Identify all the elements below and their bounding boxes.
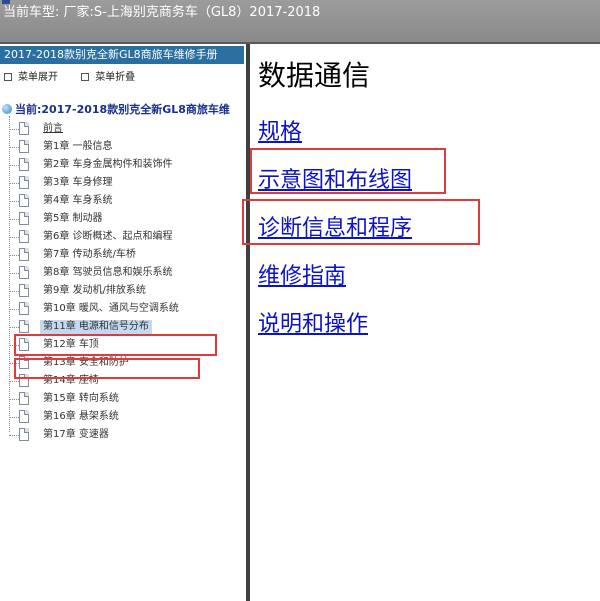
link-description-operation[interactable]: 说明和操作 [258, 306, 368, 338]
page-title: 数据通信 [258, 59, 371, 92]
globe-icon [2, 104, 12, 114]
tree-item-ch2[interactable]: 第2章 车身金属构件和装饰件 [0, 156, 240, 174]
document-icon [19, 374, 29, 387]
tree-item-label: 第8章 驾驶员信息和娱乐系统 [43, 267, 173, 278]
tree-item-label: 第12章 车顶 [43, 339, 99, 350]
content-panel: 数据通信 规格 示意图和布线图 诊断信息和程序 维修指南 说明和操作 [242, 44, 600, 601]
tree-item-label: 第7章 传动系统/车桥 [43, 249, 136, 260]
tree-item-ch9[interactable]: 第9章 发动机/排放系统 [0, 282, 240, 300]
document-icon [19, 410, 29, 423]
tree-item-ch14[interactable]: 第14章 座椅 [0, 372, 240, 390]
document-icon [19, 284, 29, 297]
document-icon [19, 302, 29, 315]
tree-item-label: 第5章 制动器 [43, 213, 103, 224]
tree-item-label: 第3章 车身修理 [43, 177, 113, 188]
chapter-tree: 前言 第1章 一般信息 第2章 车身金属构件和装饰件 第3章 车身修理 第4章 … [0, 116, 246, 496]
tree-item-label: 第15章 转向系统 [43, 393, 119, 404]
tree-item-label-selected: 第11章 电源和信号分布 [40, 320, 152, 334]
menu-expand-button[interactable]: 菜单展开 [0, 68, 58, 83]
document-icon [19, 248, 29, 261]
tree-item-label: 第14章 座椅 [43, 375, 99, 386]
manual-title: 2017-2018款别克全新GL8商旅车维修手册 [0, 46, 244, 64]
collapse-icon [81, 73, 90, 81]
document-icon [19, 428, 29, 441]
tree-item-ch13[interactable]: 第13章 安全和防护 [0, 354, 240, 372]
link-wiring-diagrams[interactable]: 示意图和布线图 [258, 162, 412, 194]
tree-item-ch4[interactable]: 第4章 车身系统 [0, 192, 240, 210]
tree-item-label: 第2章 车身金属构件和装饰件 [43, 159, 173, 170]
current-vehicle-text: 当前车型: 厂家:S-上海别克商务车（GL8）2017-2018 [3, 5, 321, 20]
expand-icon [4, 73, 12, 81]
tree-item-label: 第13章 安全和防护 [43, 357, 129, 368]
link-repair-guide[interactable]: 维修指南 [258, 258, 346, 290]
tree-item-ch15[interactable]: 第15章 转向系统 [0, 390, 240, 408]
tree-item-preface[interactable]: 前言 [0, 120, 240, 138]
document-icon [19, 140, 29, 153]
left-nav-panel: 2017-2018款别克全新GL8商旅车维修手册 菜单展开 菜单折叠 当前:20… [0, 44, 246, 601]
tree-item-label: 第10章 暖风、通风与空调系统 [43, 303, 179, 314]
title-bar: 当前车型: 厂家:S-上海别克商务车（GL8）2017-2018 [0, 0, 600, 42]
tree-item-ch12[interactable]: 第12章 车顶 [0, 336, 240, 354]
document-icon [19, 320, 29, 333]
document-icon [19, 212, 29, 225]
tree-item-label: 第9章 发动机/排放系统 [43, 285, 146, 296]
document-icon [19, 266, 29, 279]
tree-item-ch7[interactable]: 第7章 传动系统/车桥 [0, 246, 240, 264]
document-icon [19, 338, 29, 351]
document-icon [19, 392, 29, 405]
tree-item-ch10[interactable]: 第10章 暖风、通风与空调系统 [0, 300, 240, 318]
document-icon [19, 356, 29, 369]
document-icon [19, 122, 29, 135]
tree-item-label: 第16章 悬架系统 [43, 411, 119, 422]
tree-item-label: 前言 [43, 123, 63, 134]
link-diagnostic-info[interactable]: 诊断信息和程序 [258, 210, 412, 242]
document-icon [19, 230, 29, 243]
current-node[interactable]: 当前:2017-2018款别克全新GL8商旅车维 [2, 101, 246, 117]
tree-item-ch11[interactable]: 第11章 电源和信号分布 [0, 318, 240, 336]
tree-item-ch16[interactable]: 第16章 悬架系统 [0, 408, 240, 426]
document-icon [19, 194, 29, 207]
menu-collapse-button[interactable]: 菜单折叠 [77, 68, 135, 83]
tree-item-ch8[interactable]: 第8章 驾驶员信息和娱乐系统 [0, 264, 240, 282]
tree-item-ch6[interactable]: 第6章 诊断概述、起点和编程 [0, 228, 240, 246]
document-icon [19, 176, 29, 189]
link-specifications[interactable]: 规格 [258, 114, 302, 146]
tree-item-ch3[interactable]: 第3章 车身修理 [0, 174, 240, 192]
tree-item-label: 第6章 诊断概述、起点和编程 [43, 231, 173, 242]
menu-toolbar: 菜单展开 菜单折叠 [0, 68, 151, 84]
tree-item-label: 第17章 变速器 [43, 429, 109, 440]
tree-item-ch5[interactable]: 第5章 制动器 [0, 210, 240, 228]
document-icon [19, 158, 29, 171]
tree-item-label: 第1章 一般信息 [43, 141, 113, 152]
tree-item-label: 第4章 车身系统 [43, 195, 113, 206]
tree-item-ch17[interactable]: 第17章 变速器 [0, 426, 240, 444]
tree-item-ch1[interactable]: 第1章 一般信息 [0, 138, 240, 156]
